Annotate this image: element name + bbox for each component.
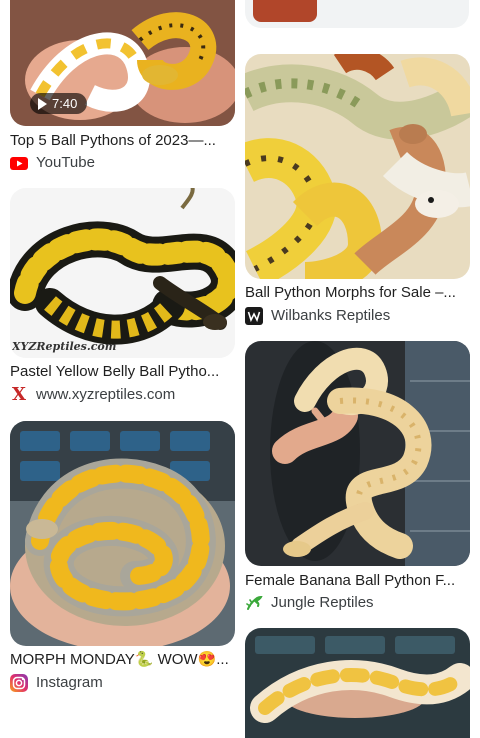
source-label: Instagram (36, 674, 103, 691)
result-title[interactable]: Ball Python Morphs for Sale –... (245, 283, 470, 303)
result-title[interactable]: Top 5 Ball Pythons of 2023—... (10, 131, 235, 151)
wilbanks-icon (245, 307, 263, 325)
ball-python-morphs-image (245, 54, 470, 279)
result-source[interactable]: YouTube (10, 153, 95, 173)
jungle-reptiles-icon (245, 594, 263, 612)
result-card-wilbanks[interactable]: Ball Python Morphs for Sale –... Wilbank… (245, 54, 470, 329)
source-label: Wilbanks Reptiles (271, 307, 391, 324)
play-icon (38, 97, 47, 110)
result-thumbnail[interactable] (245, 341, 470, 566)
banana-ball-python-image (245, 341, 470, 566)
result-thumbnail[interactable]: XYZReptiles.com (10, 188, 235, 358)
morph-ball-python-image (10, 421, 235, 646)
result-card-youtube[interactable]: 7:40 Top 5 Ball Pythons of 2023—... YouT… (10, 0, 235, 180)
result-thumbnail[interactable] (245, 54, 470, 279)
pastel-ball-python-image (10, 188, 235, 358)
source-label: www.xyzreptiles.com (36, 386, 176, 403)
result-source[interactable]: Instagram (10, 673, 103, 693)
result-thumbnail[interactable]: 7:40 (10, 0, 235, 126)
xyz-reptiles-icon: X (12, 384, 26, 405)
video-duration: 7:40 (52, 96, 78, 111)
watermark-logo: XYZReptiles.com (12, 340, 117, 353)
result-title[interactable]: MORPH MONDAY🐍 WOW😍... (10, 650, 235, 670)
source-label: YouTube (36, 154, 95, 171)
result-title[interactable]: Female Banana Ball Python F... (245, 571, 470, 591)
result-thumbnail[interactable] (245, 0, 469, 28)
result-title[interactable]: Pastel Yellow Belly Ball Pytho... (10, 362, 235, 382)
result-card-jungle-reptiles[interactable]: Female Banana Ball Python F... Jungle Re… (245, 341, 470, 616)
result-source[interactable]: Wilbanks Reptiles (245, 306, 390, 326)
result-card-xyzreptiles[interactable]: XYZReptiles.com Pastel Yellow Belly Ball… (10, 188, 235, 410)
result-source[interactable]: X www.xyzreptiles.com (10, 385, 175, 405)
result-card-partial-bottom[interactable] (245, 628, 470, 738)
result-thumbnail[interactable] (245, 628, 470, 738)
video-duration-badge: 7:40 (30, 93, 88, 114)
result-card-partial-top[interactable] (245, 0, 469, 28)
instagram-icon (10, 674, 28, 692)
result-thumbnail[interactable] (10, 421, 235, 646)
result-source[interactable]: Jungle Reptiles (245, 593, 374, 613)
albino-ball-python-image (245, 628, 470, 738)
youtube-icon (10, 154, 28, 172)
source-label: Jungle Reptiles (271, 594, 374, 611)
result-card-instagram[interactable]: MORPH MONDAY🐍 WOW😍... Instagram (10, 421, 235, 696)
